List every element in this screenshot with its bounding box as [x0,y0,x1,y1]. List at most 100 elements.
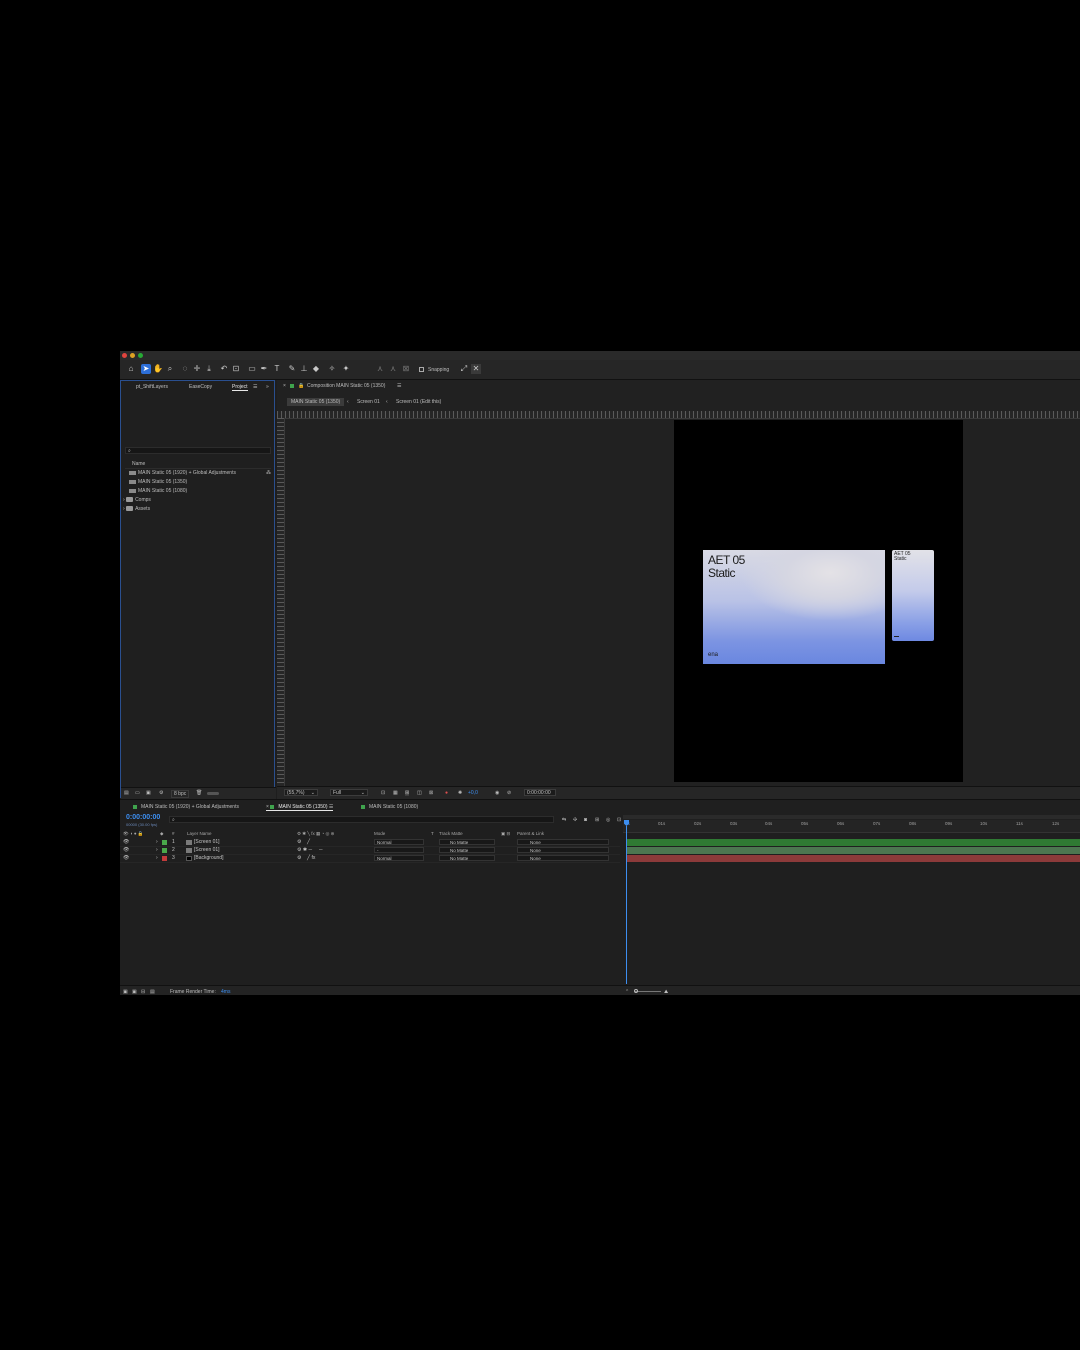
safe-margins-icon[interactable]: ⊞ [405,790,410,796]
snapping-checkbox[interactable] [419,367,424,372]
lock-icon[interactable]: 🔒 [298,383,304,389]
project-item[interactable]: MAIN Static 05 (1920) + Global Adjustmen… [129,470,236,477]
timeline-zoom-slider[interactable] [635,991,661,992]
panel-menu-icon[interactable]: ☰ [397,383,401,389]
transparency-grid-icon[interactable]: ▦ [393,790,398,796]
snapshot-icon[interactable]: ◉ [495,790,499,796]
rectangle-tool-icon[interactable]: ▭ [247,364,257,374]
time-ruler[interactable] [623,820,1080,833]
comp-mini-flowchart-icon[interactable]: ⇆ [562,817,566,823]
panel-menu-icon[interactable]: ☰ [253,384,257,390]
mode-dropdown[interactable]: - [374,847,424,853]
timeline-tab[interactable]: MAIN Static 05 (1920) + Global Adjustmen… [133,804,239,810]
orbit-camera-icon[interactable]: ◌ [180,364,190,374]
layer-duration-bar[interactable] [626,839,1080,846]
track-matte-dropdown[interactable]: No Matte [439,839,495,845]
tab-pt-shiftlayers[interactable]: pt_ShiftLayers [136,384,168,390]
rotation-tool-icon[interactable]: ↶ [219,364,229,374]
parent-dropdown[interactable]: None [517,855,609,861]
zoom-in-icon[interactable]: ⛰ [664,989,668,995]
layer-name[interactable]: [Background] [194,855,223,861]
zoom-tool-icon[interactable]: ⌕ [165,364,175,374]
panel-expand-icon[interactable]: » [266,384,269,390]
project-folder[interactable]: › Comps [123,497,151,504]
layer-duration-bar[interactable] [626,847,1080,854]
trash-icon[interactable]: 🗑 [196,790,202,796]
parent-dropdown[interactable]: None [517,847,609,853]
eraser-tool-icon[interactable]: ◆ [311,364,321,374]
3d-view-icon[interactable]: ⊠ [429,790,433,796]
snap-options-icon[interactable]: ⤢ [459,364,469,374]
visibility-eye-icon[interactable]: 👁 [123,855,129,861]
brush-tool-icon[interactable]: ✎ [287,364,297,374]
minimize-window-button[interactable] [130,353,135,358]
zoom-dropdown[interactable]: (55,7%) ⌄ [284,789,318,796]
comp-canvas[interactable]: AET 05 Static ena AET 05 Static [674,420,963,782]
region-of-interest-icon[interactable]: ⊡ [381,790,385,796]
layer-switches[interactable]: ⚙ ✱ ─ ─ [297,847,322,853]
snap-toggle-icon[interactable]: ✕ [471,364,481,374]
motion-blur-icon[interactable]: ◎ [606,817,610,823]
dolly-camera-icon[interactable]: ⤓ [204,364,214,374]
zoom-out-icon[interactable]: ⌃ [625,989,629,995]
horizontal-ruler[interactable] [277,411,1080,419]
new-folder-icon[interactable]: ▭ [135,790,140,796]
graph-editor-icon[interactable]: ⊡ [617,817,621,823]
layer-switches-toggle-icon[interactable]: ▣ [123,989,128,995]
axis-world-icon[interactable]: ⋏ [388,364,398,374]
timeline-search-input[interactable]: ⌕ [169,816,554,823]
parent-dropdown[interactable]: None [517,839,609,845]
color-channel-icon[interactable]: ● [445,790,448,796]
show-snapshot-icon[interactable]: ⊘ [507,790,511,796]
exposure-value[interactable]: +0,0 [468,790,478,796]
close-window-button[interactable] [122,353,127,358]
tab-easecopy[interactable]: EaseCopy [189,384,212,390]
transfer-controls-toggle-icon[interactable]: ▣ [132,989,137,995]
thumbnail-size-slider[interactable] [207,792,219,795]
visibility-eye-icon[interactable]: 👁 [123,847,129,853]
exposure-icon[interactable]: ✺ [458,790,462,796]
current-time-display[interactable]: 0:00:00:00 [126,814,160,821]
layer-name[interactable]: [Screen 01] [194,847,220,853]
project-item[interactable]: MAIN Static 05 (1350) [129,479,187,486]
close-panel-icon[interactable]: × [283,383,286,389]
project-item[interactable]: MAIN Static 05 (1080) [129,488,187,495]
label-color-swatch[interactable] [162,848,167,853]
render-time-toggle-icon[interactable]: ▤ [150,989,155,995]
layer-duration-bar[interactable] [626,855,1080,862]
timeline-zoom-thumb[interactable] [634,989,638,993]
puppet-pin-tool-icon[interactable]: ✦ [341,364,351,374]
pan-camera-icon[interactable]: ✛ [192,364,202,374]
breadcrumb-item[interactable]: Screen 01 (Edit this) [396,399,441,405]
project-folder[interactable]: › Assets [123,506,150,513]
track-matte-dropdown[interactable]: No Matte [439,847,495,853]
work-area-bar[interactable] [623,815,1080,819]
bpc-button[interactable]: 8 bpc [171,790,190,798]
new-comp-icon[interactable]: ▣ [146,790,151,796]
layer-switches[interactable]: ⚙ ╱ [297,839,310,845]
timeline-tab[interactable]: MAIN Static 05 (1080) [361,804,418,810]
layer-name[interactable]: [Screen 01] [194,839,220,845]
breadcrumb-item[interactable]: Screen 01 [357,399,380,405]
zoom-window-button[interactable] [138,353,143,358]
type-tool-icon[interactable]: T [272,364,282,374]
mode-dropdown[interactable]: Normal [374,839,424,845]
visibility-eye-icon[interactable]: 👁 [123,839,129,845]
expand-chevron-icon[interactable]: › [156,855,158,861]
in-out-toggle-icon[interactable]: ⊟ [141,989,145,995]
track-matte-dropdown[interactable]: No Matte [439,855,495,861]
current-time-indicator[interactable] [626,826,627,984]
expand-chevron-icon[interactable]: › [156,839,158,845]
layer-name-column-header[interactable]: Layer Name [187,831,212,836]
pen-tool-icon[interactable]: ✒ [259,364,269,374]
resolution-dropdown[interactable]: Full ⌄ [330,789,368,796]
mode-dropdown[interactable]: Normal [374,855,424,861]
vertical-ruler[interactable] [277,418,285,786]
layer-row[interactable]: 👁 › 3 [Background] ⚙ ╱ fx Normal No Matt… [120,854,620,863]
label-color-swatch[interactable] [162,840,167,845]
selection-tool-icon[interactable]: ➤ [141,364,151,374]
timeline-tab-active[interactable]: × MAIN Static 05 (1350) ☰ [266,804,334,811]
axis-view-icon[interactable]: ⊠ [401,364,411,374]
shy-layers-icon[interactable]: ◙ [584,817,587,823]
clone-stamp-tool-icon[interactable]: ⊥ [299,364,309,374]
